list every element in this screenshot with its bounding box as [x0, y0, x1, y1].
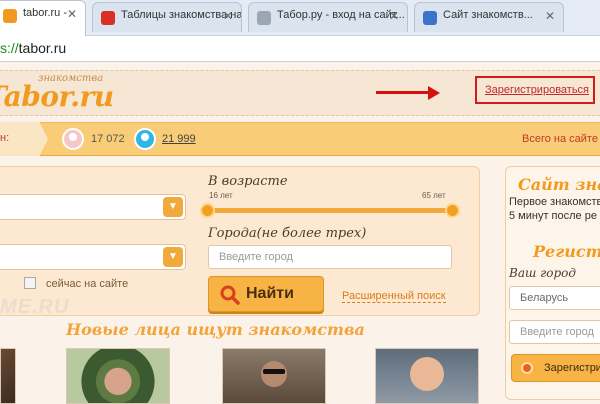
browser-tab[interactable]: Таблицы знакомства на т... ✕: [92, 2, 242, 32]
browser-tab-active[interactable]: tabor.ru - ✕: [0, 0, 86, 36]
registration-title: Регистр: [533, 242, 600, 261]
age-max-label: 65 лет: [422, 191, 446, 200]
age-slider-track[interactable]: [208, 208, 454, 213]
side-title: Сайт знак: [518, 175, 600, 194]
browser-tab[interactable]: Табор.ру - вход на сайт... ✕: [248, 2, 408, 32]
close-tab-icon[interactable]: ✕: [545, 9, 555, 23]
gender-select[interactable]: ▼: [0, 194, 186, 220]
profile-photo[interactable]: [66, 348, 170, 404]
tab-label: Табор.ру - вход на сайт...: [277, 9, 405, 21]
age-slider-min-handle[interactable]: [200, 203, 215, 218]
tabor-favicon-icon: [3, 9, 17, 23]
register-link[interactable]: Зарегистрироваться: [475, 76, 595, 104]
close-tab-icon[interactable]: ✕: [67, 7, 77, 21]
browser-tab[interactable]: Сайт знакомств... ✕: [414, 2, 564, 32]
find-button-label: Найти: [246, 285, 294, 302]
male-avatar-icon: [134, 128, 156, 150]
watermark-text: ME.RU: [0, 296, 70, 318]
profile-photo[interactable]: [222, 348, 326, 404]
tab-label: Сайт знакомств...: [443, 9, 533, 21]
profile-photo[interactable]: [0, 348, 16, 404]
address-bar[interactable]: s://tabor.ru: [0, 36, 600, 62]
looking-for-select[interactable]: ▼: [0, 244, 186, 270]
find-button[interactable]: Найти: [208, 276, 324, 312]
page-favicon-icon: [423, 11, 437, 25]
stats-left-label: н:: [0, 132, 10, 144]
age-min-label: 16 лет: [209, 191, 233, 200]
page-favicon-icon: [257, 11, 271, 25]
city-input[interactable]: Введите город: [208, 245, 452, 269]
advanced-search-link[interactable]: Расширенный поиск: [342, 290, 446, 303]
chevron-down-icon[interactable]: ▼: [163, 247, 183, 267]
your-city-label: Ваш город: [509, 266, 576, 280]
new-faces-title: Новые лица ищут знакомства: [66, 320, 365, 339]
online-now-label: сейчас на сайте: [46, 278, 129, 290]
red-arrow-icon: [376, 86, 442, 100]
female-avatar-icon: [62, 128, 84, 150]
side-register-label: Зарегистрир: [544, 362, 600, 374]
stats-bar: [0, 122, 600, 156]
profile-photo[interactable]: [375, 348, 479, 404]
female-count: 17 072: [91, 133, 125, 145]
online-now-checkbox[interactable]: [24, 277, 36, 289]
city-label: Города(не более трех): [208, 226, 367, 241]
close-tab-icon[interactable]: ✕: [389, 9, 399, 23]
search-icon: [220, 285, 240, 305]
country-field[interactable]: Беларусь: [509, 286, 600, 310]
male-count-link[interactable]: 21 999: [162, 133, 196, 145]
youtube-favicon-icon: [101, 11, 115, 25]
url-text: s://tabor.ru: [0, 40, 67, 56]
site-logo[interactable]: Tabor.ru: [0, 80, 114, 113]
side-city-input[interactable]: Введите город: [509, 320, 600, 344]
age-slider-max-handle[interactable]: [445, 203, 460, 218]
tab-label: tabor.ru -: [23, 7, 68, 19]
side-register-button[interactable]: Зарегистрир: [511, 354, 600, 382]
chevron-down-icon[interactable]: ▼: [163, 197, 183, 217]
total-online-label: Всего на сайте: [522, 133, 598, 145]
browser-tabstrip: tabor.ru - ✕ Таблицы знакомства на т... …: [0, 0, 600, 36]
side-text-line: Первое знакомств: [509, 196, 600, 208]
side-text-line: 5 минут после ре: [509, 210, 597, 222]
age-label: В возрасте: [208, 174, 288, 189]
register-dot-icon: [521, 362, 533, 374]
close-tab-icon[interactable]: ✕: [223, 9, 233, 23]
